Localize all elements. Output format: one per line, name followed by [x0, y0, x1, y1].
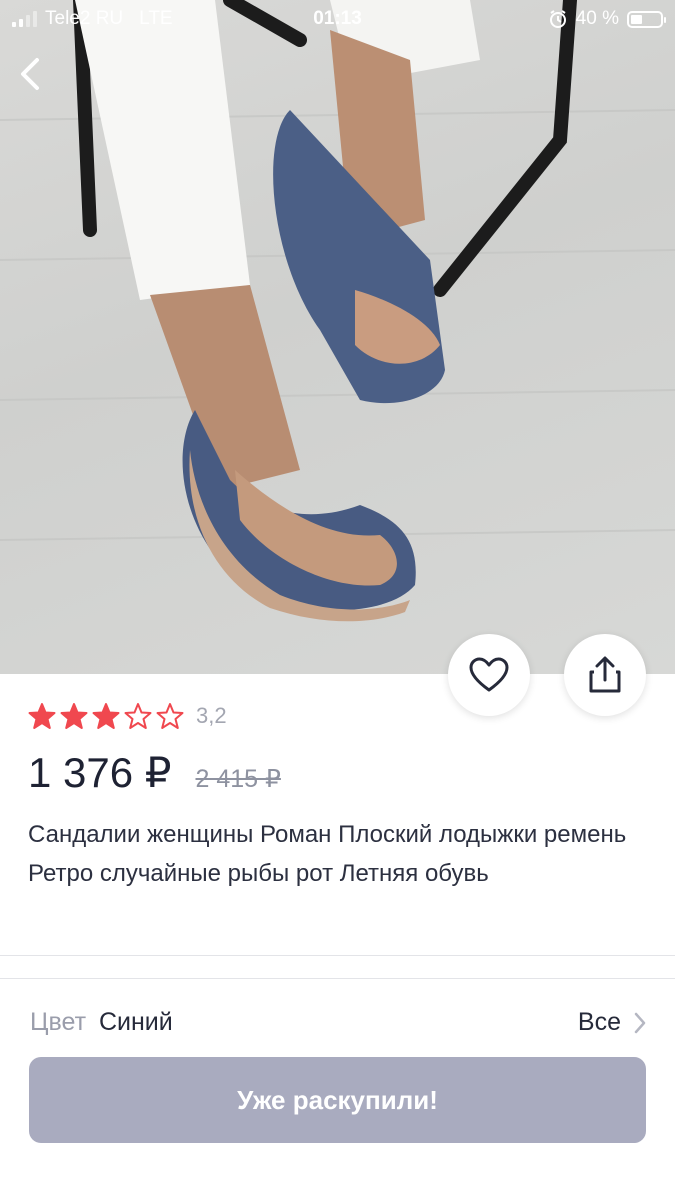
status-bar: Tele2 RU LTE 01:13 40 % [0, 0, 675, 38]
share-button[interactable] [564, 634, 646, 716]
status-right: 40 % [548, 8, 666, 30]
chevron-left-icon [21, 58, 39, 90]
star-empty-icon [124, 703, 152, 729]
battery-percent: 40 % [575, 8, 619, 29]
chevron-right-icon [634, 1012, 646, 1033]
divider [0, 955, 675, 956]
color-value: Синий [98, 1008, 173, 1036]
rating-value: 3,2 [196, 703, 227, 728]
sold-out-button[interactable]: Уже раскупили! [29, 1057, 646, 1143]
old-price: 2 415 ₽ [195, 765, 281, 793]
color-selector: Цвет Синий [30, 1008, 173, 1037]
product-rating[interactable]: 3,2 [28, 702, 227, 730]
star-filled-icon [92, 703, 120, 729]
back-button[interactable] [10, 52, 50, 96]
price-row: 1 376 ₽ 2 415 ₽ [28, 748, 281, 797]
current-price: 1 376 ₽ [28, 749, 172, 796]
all-colors-label: Все [577, 1008, 621, 1036]
battery-icon [627, 10, 666, 28]
star-filled-icon [28, 703, 56, 729]
favorite-button[interactable] [448, 634, 530, 716]
divider [0, 978, 675, 979]
all-colors-link[interactable]: Все [578, 1008, 647, 1037]
product-image[interactable] [0, 0, 675, 674]
share-icon [589, 656, 621, 693]
product-title: Сандалии женщины Роман Плоский лодыжки р… [28, 821, 627, 887]
color-label: Цвет [30, 1008, 87, 1036]
star-empty-icon [156, 703, 184, 729]
product-photo-illustration [0, 0, 675, 622]
alarm-icon [549, 10, 566, 28]
rating-stars [28, 702, 184, 730]
star-filled-icon [60, 703, 88, 729]
heart-icon [469, 657, 509, 692]
